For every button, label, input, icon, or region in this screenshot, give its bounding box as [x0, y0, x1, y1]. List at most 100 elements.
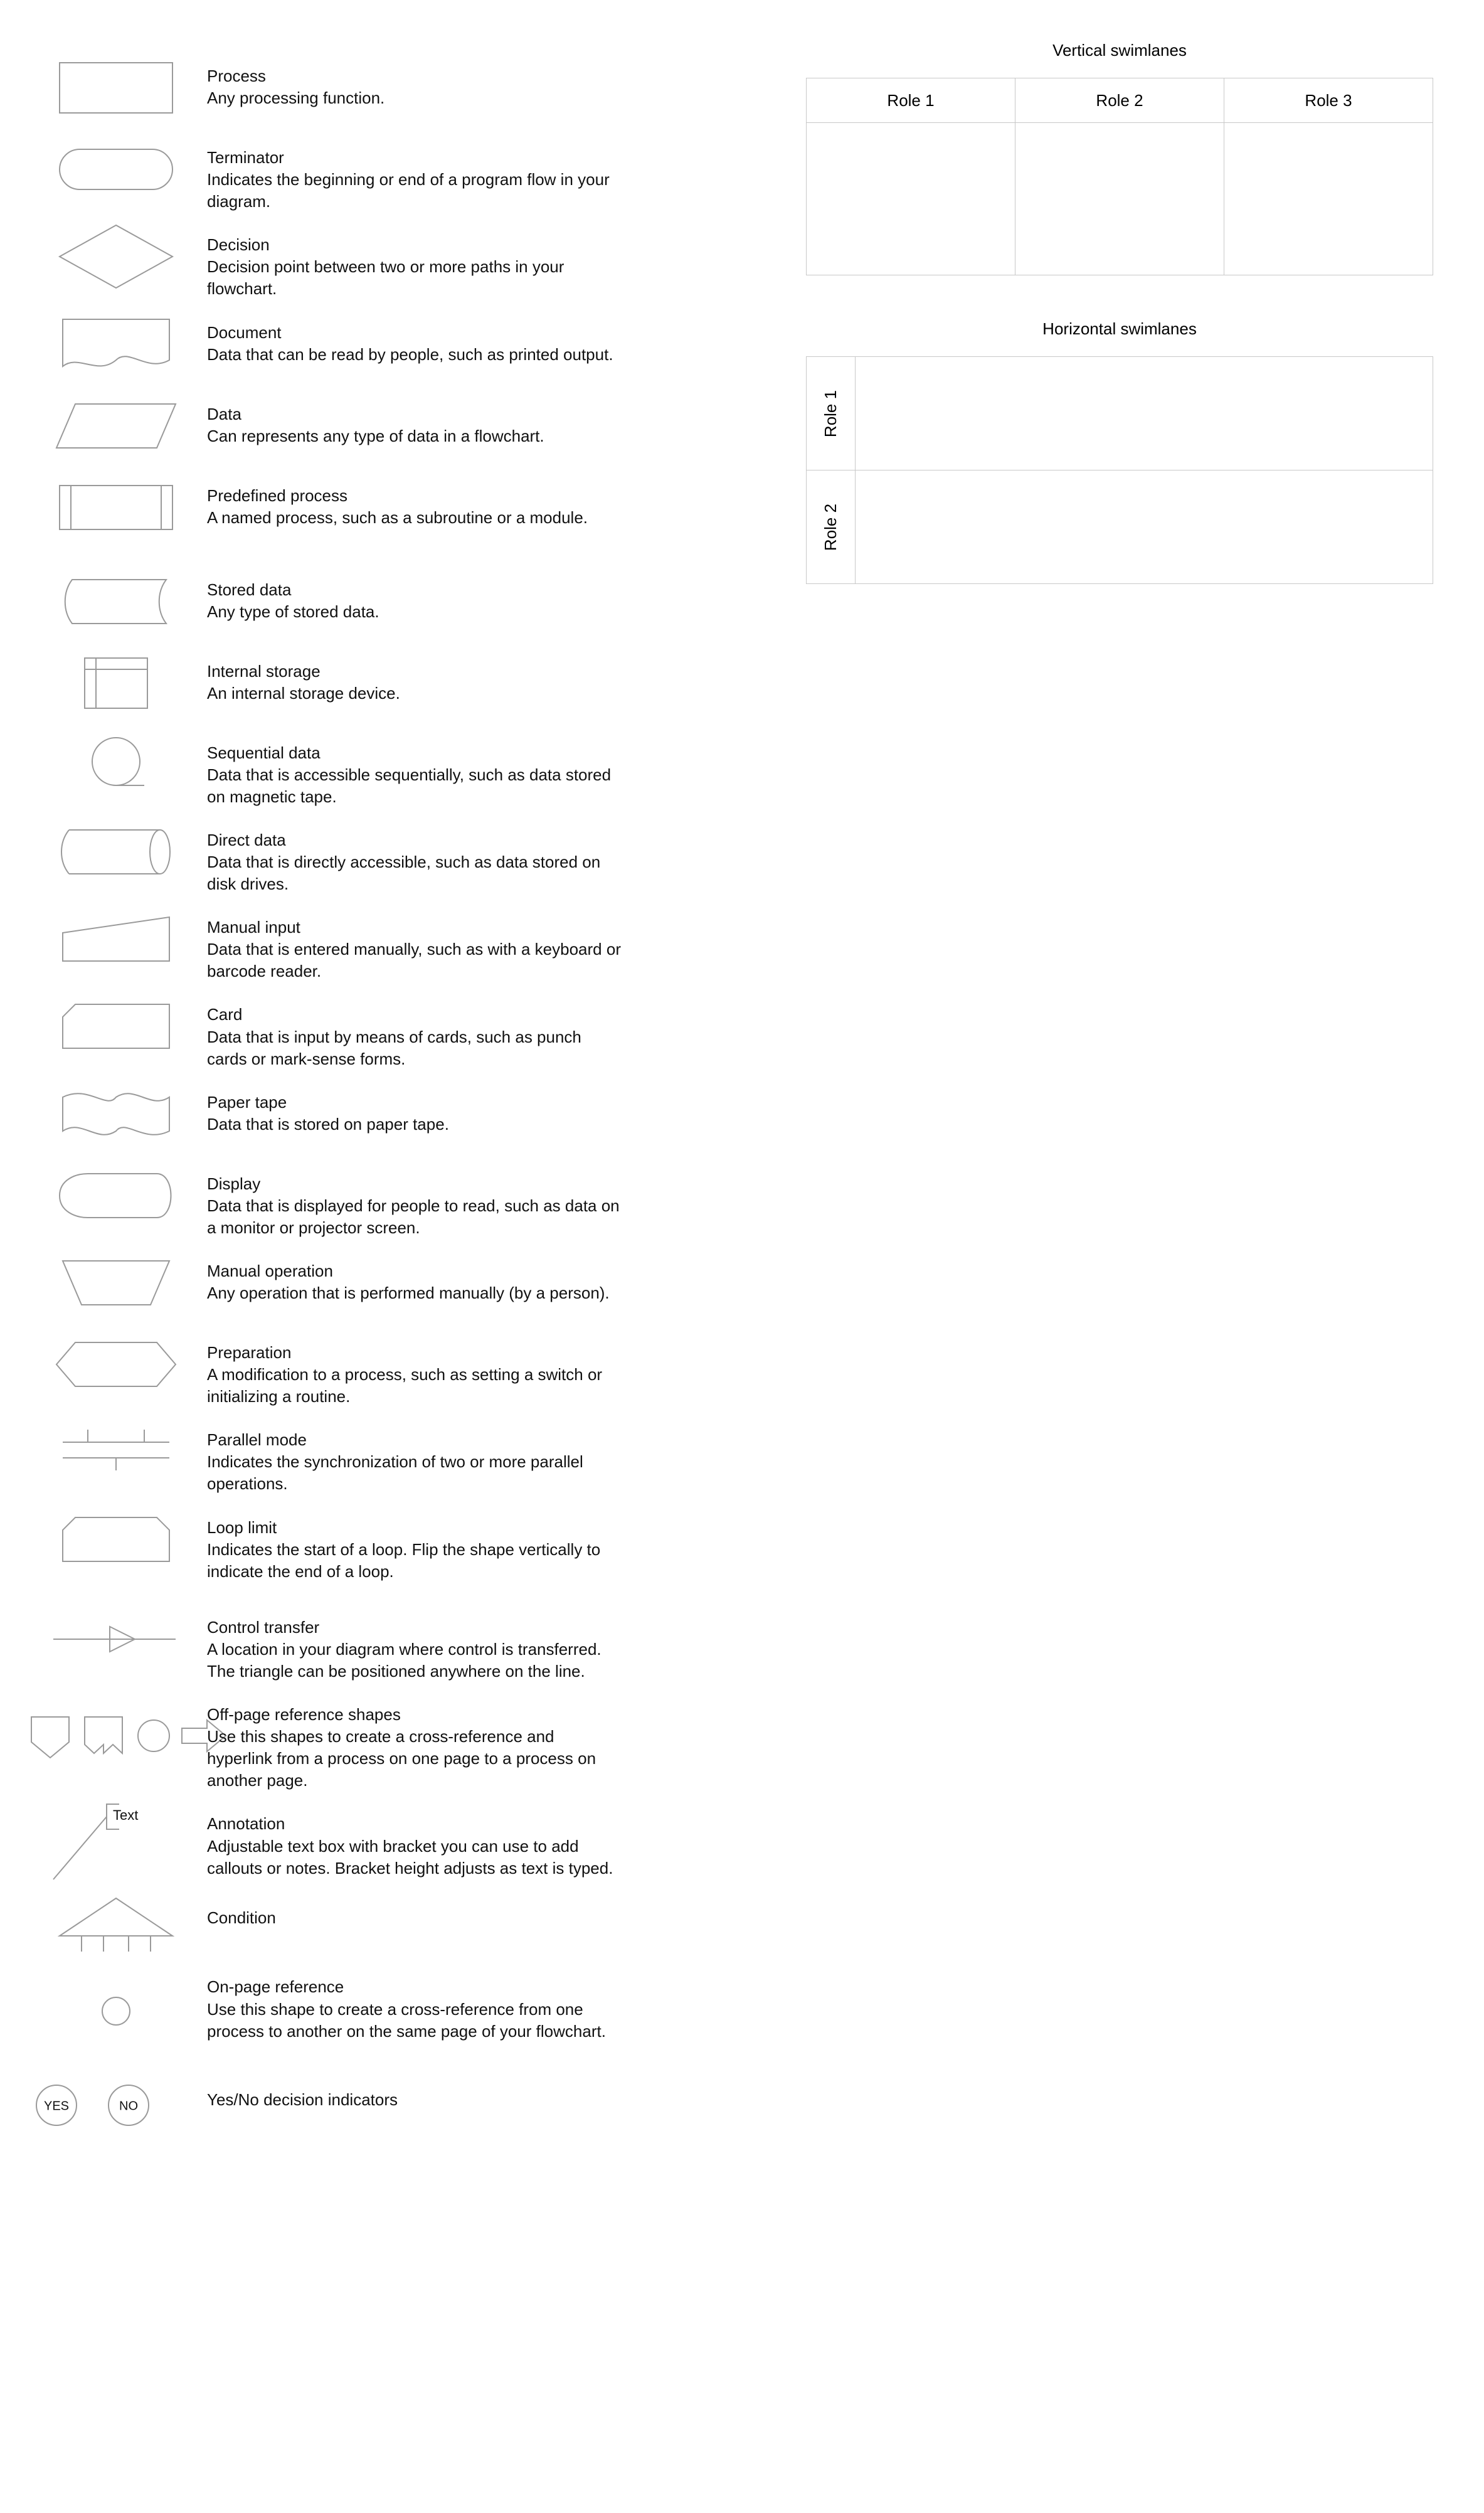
symbol-desc: A named process, such as a subroutine or…	[207, 507, 621, 529]
legend-row-stored-data: Stored data Any type of stored data.	[25, 564, 621, 639]
preparation-icon	[25, 1327, 207, 1402]
direct-data-icon	[25, 814, 207, 890]
symbol-name: Control transfer	[207, 1617, 621, 1639]
legend-row-sequential-data: Sequential data Data that is accessible …	[25, 727, 621, 808]
symbol-desc: Any operation that is performed manually…	[207, 1282, 621, 1304]
display-icon	[25, 1158, 207, 1233]
hswim-lane	[856, 357, 1433, 470]
legend-row-paper-tape: Paper tape Data that is stored on paper …	[25, 1076, 621, 1152]
symbol-name: Process	[207, 65, 621, 87]
terminator-icon	[25, 132, 207, 207]
legend-row-card: Card Data that is input by means of card…	[25, 989, 621, 1070]
legend-row-preparation: Preparation A modification to a process,…	[25, 1327, 621, 1408]
symbol-name: Sequential data	[207, 742, 621, 764]
legend-row-terminator: Terminator Indicates the beginning or en…	[25, 132, 621, 213]
vswim-role-header: Role 3	[1224, 78, 1433, 123]
vswim-role-header: Role 1	[807, 78, 1015, 123]
symbol-desc: Indicates the beginning or end of a prog…	[207, 169, 621, 213]
condition-icon	[25, 1892, 207, 1967]
legend-row-internal-storage: Internal storage An internal storage dev…	[25, 646, 621, 721]
legend-row-loop-limit: Loop limit Indicates the start of a loop…	[25, 1502, 621, 1583]
card-icon	[25, 989, 207, 1064]
legend-row-annotation: Text Annotation Adjustable text box with…	[25, 1798, 621, 1886]
symbol-desc: Indicates the synchronization of two or …	[207, 1451, 621, 1495]
horizontal-swimlanes-table: Role 1 Role 2	[806, 356, 1433, 584]
legend-row-process: Process Any processing function.	[25, 50, 621, 125]
vertical-swimlanes-title: Vertical swimlanes	[803, 41, 1436, 60]
decision-icon	[25, 219, 207, 294]
symbol-desc: Data that is accessible sequentially, su…	[207, 764, 621, 808]
symbol-name: Yes/No decision indicators	[207, 2089, 621, 2111]
symbol-name: Loop limit	[207, 1517, 621, 1539]
symbol-name: Card	[207, 1004, 621, 1026]
legend-row-direct-data: Direct data Data that is directly access…	[25, 814, 621, 895]
flowchart-symbol-legend: Process Any processing function. Termina…	[25, 50, 621, 2149]
horizontal-swimlanes-title: Horizontal swimlanes	[803, 319, 1436, 339]
vertical-swimlanes-table: Role 1 Role 2 Role 3	[806, 78, 1433, 275]
symbol-desc: Indicates the start of a loop. Flip the …	[207, 1539, 621, 1583]
symbol-desc: Any type of stored data.	[207, 601, 621, 623]
symbol-name: Paper tape	[207, 1092, 621, 1113]
legend-row-display: Display Data that is displayed for peopl…	[25, 1158, 621, 1239]
internal-storage-icon	[25, 646, 207, 721]
predefined-process-icon	[25, 470, 207, 545]
symbol-desc: Data that is displayed for people to rea…	[207, 1195, 621, 1239]
symbol-desc: Can represents any type of data in a flo…	[207, 425, 621, 447]
symbol-desc: Any processing function.	[207, 87, 621, 109]
symbol-desc: Data that is stored on paper tape.	[207, 1113, 621, 1135]
symbol-name: Annotation	[207, 1813, 621, 1835]
hswim-lane	[856, 470, 1433, 584]
page: Process Any processing function. Termina…	[0, 0, 1484, 2513]
off-page-reference-icon	[25, 1701, 207, 1777]
symbol-name: Terminator	[207, 147, 621, 169]
symbol-desc: Use this shape to create a cross-referen…	[207, 1999, 621, 2043]
stored-data-icon	[25, 564, 207, 639]
symbol-desc: Use this shapes to create a cross-refere…	[207, 1726, 621, 1792]
symbol-desc: Data that is directly accessible, such a…	[207, 851, 621, 895]
sequential-data-icon	[25, 727, 207, 802]
symbol-desc: Data that is input by means of cards, su…	[207, 1026, 621, 1070]
symbol-desc: An internal storage device.	[207, 683, 621, 704]
symbol-name: Predefined process	[207, 485, 621, 507]
symbol-name: Manual input	[207, 916, 621, 938]
on-page-reference-icon	[25, 1974, 207, 2049]
annotation-text: Text	[113, 1807, 138, 1823]
hswim-role-header: Role 2	[807, 470, 856, 584]
legend-row-control-transfer: Control transfer A location in your diag…	[25, 1602, 621, 1682]
yes-label: YES	[44, 2100, 69, 2113]
symbol-name: Direct data	[207, 829, 621, 851]
symbol-desc: Adjustable text box with bracket you can…	[207, 1836, 621, 1879]
symbol-desc: A location in your diagram where control…	[207, 1639, 621, 1682]
symbol-name: Parallel mode	[207, 1429, 621, 1451]
symbol-desc: Data that is entered manually, such as w…	[207, 938, 621, 982]
swimlane-examples: Vertical swimlanes Role 1 Role 2 Role 3 …	[803, 41, 1436, 584]
symbol-name: Condition	[207, 1907, 621, 1929]
symbol-name: Decision	[207, 234, 621, 256]
vswim-role-header: Role 2	[1015, 78, 1224, 123]
vswim-lane	[1224, 123, 1433, 275]
legend-row-decision: Decision Decision point between two or m…	[25, 219, 621, 300]
symbol-name: Stored data	[207, 579, 621, 601]
legend-row-document: Document Data that can be read by people…	[25, 307, 621, 382]
legend-row-manual-operation: Manual operation Any operation that is p…	[25, 1245, 621, 1320]
symbol-name: On-page reference	[207, 1976, 621, 1998]
process-icon	[25, 50, 207, 125]
legend-row-predefined-process: Predefined process A named process, such…	[25, 470, 621, 545]
control-transfer-icon	[25, 1602, 207, 1677]
paper-tape-icon	[25, 1076, 207, 1152]
legend-row-data: Data Can represents any type of data in …	[25, 388, 621, 464]
hswim-role-header: Role 1	[807, 357, 856, 470]
data-icon	[25, 388, 207, 464]
document-icon	[25, 307, 207, 382]
symbol-name: Manual operation	[207, 1260, 621, 1282]
legend-row-manual-input: Manual input Data that is entered manual…	[25, 901, 621, 982]
legend-row-yes-no: YES NO Yes/No decision indicators	[25, 2068, 621, 2143]
manual-input-icon	[25, 901, 207, 977]
symbol-name: Off-page reference shapes	[207, 1704, 621, 1726]
no-label: NO	[119, 2100, 138, 2113]
symbol-name: Display	[207, 1173, 621, 1195]
symbol-name: Preparation	[207, 1342, 621, 1364]
symbol-desc: A modification to a process, such as set…	[207, 1364, 621, 1408]
loop-limit-icon	[25, 1502, 207, 1577]
vswim-lane	[807, 123, 1015, 275]
